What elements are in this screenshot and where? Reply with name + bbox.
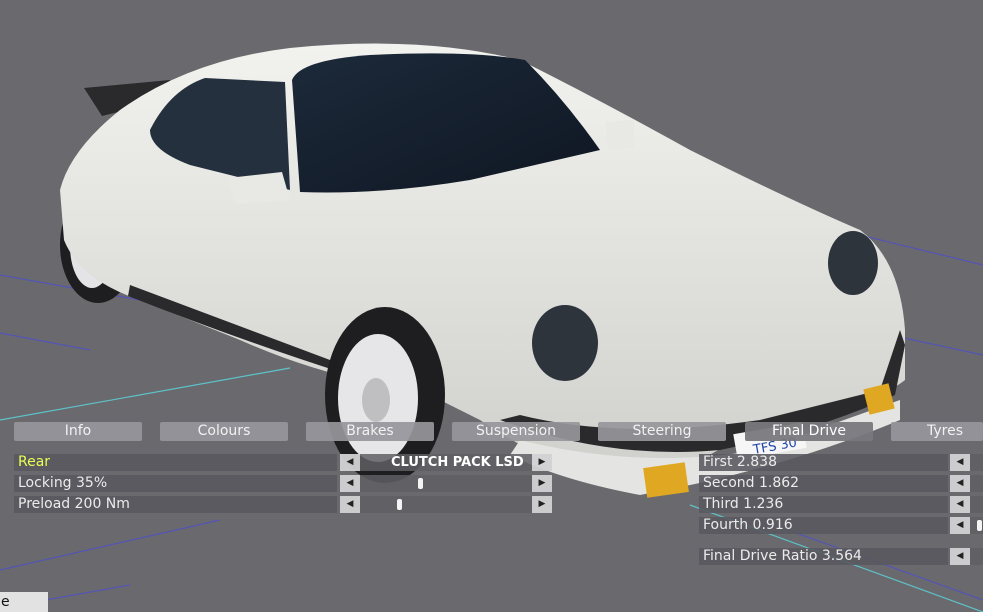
right-arrow-icon[interactable]: ▶ (532, 496, 552, 513)
gear-first-slider[interactable] (970, 454, 983, 471)
right-arrow-icon[interactable]: ▶ (532, 454, 552, 471)
left-arrow-icon[interactable]: ◀ (950, 454, 970, 471)
bottom-left-button[interactable]: e (0, 592, 48, 612)
gear-third-slider[interactable] (970, 496, 983, 513)
gear-fourth-slider-thumb[interactable] (977, 520, 982, 531)
tab-suspension[interactable]: Suspension (452, 422, 580, 441)
locking-slider-thumb[interactable] (418, 478, 423, 489)
tab-colours[interactable]: Colours (160, 422, 288, 441)
left-arrow-icon[interactable]: ◀ (950, 496, 970, 513)
gear-first-label: First 2.838 (699, 454, 948, 471)
tab-brakes[interactable]: Brakes (306, 422, 434, 441)
gear-fourth-slider[interactable] (970, 517, 983, 534)
preload-slider[interactable] (360, 496, 532, 513)
gear-second-slider[interactable] (970, 475, 983, 492)
right-arrow-icon[interactable]: ▶ (532, 475, 552, 492)
left-fog-light (643, 462, 689, 498)
left-arrow-icon[interactable]: ◀ (340, 496, 360, 513)
right-mirror (606, 120, 634, 150)
final-drive-ratio-slider[interactable] (970, 548, 983, 565)
gear-third-label: Third 1.236 (699, 496, 948, 513)
tab-final-drive[interactable]: Final Drive (745, 422, 873, 441)
gear-second-label: Second 1.862 (699, 475, 948, 492)
differential-type-label: CLUTCH PACK LSD (391, 455, 524, 470)
locking-label: Locking 35% (14, 475, 337, 492)
left-headlight (532, 305, 598, 381)
left-arrow-icon[interactable]: ◀ (950, 475, 970, 492)
left-arrow-icon[interactable]: ◀ (950, 548, 970, 565)
tab-info[interactable]: Info (14, 422, 142, 441)
left-arrow-icon[interactable]: ◀ (340, 454, 360, 471)
preload-slider-thumb[interactable] (397, 499, 402, 510)
left-arrow-icon[interactable]: ◀ (340, 475, 360, 492)
gear-fourth-label: Fourth 0.916 (699, 517, 948, 534)
differential-axle-label: Rear (14, 454, 337, 471)
left-arrow-icon[interactable]: ◀ (950, 517, 970, 534)
locking-slider[interactable] (360, 475, 532, 492)
preload-label: Preload 200 Nm (14, 496, 337, 513)
tab-steering[interactable]: Steering (598, 422, 726, 441)
right-headlight (828, 231, 878, 295)
tab-tyres[interactable]: Tyres (891, 422, 983, 441)
final-drive-ratio-label: Final Drive Ratio 3.564 (699, 548, 948, 565)
